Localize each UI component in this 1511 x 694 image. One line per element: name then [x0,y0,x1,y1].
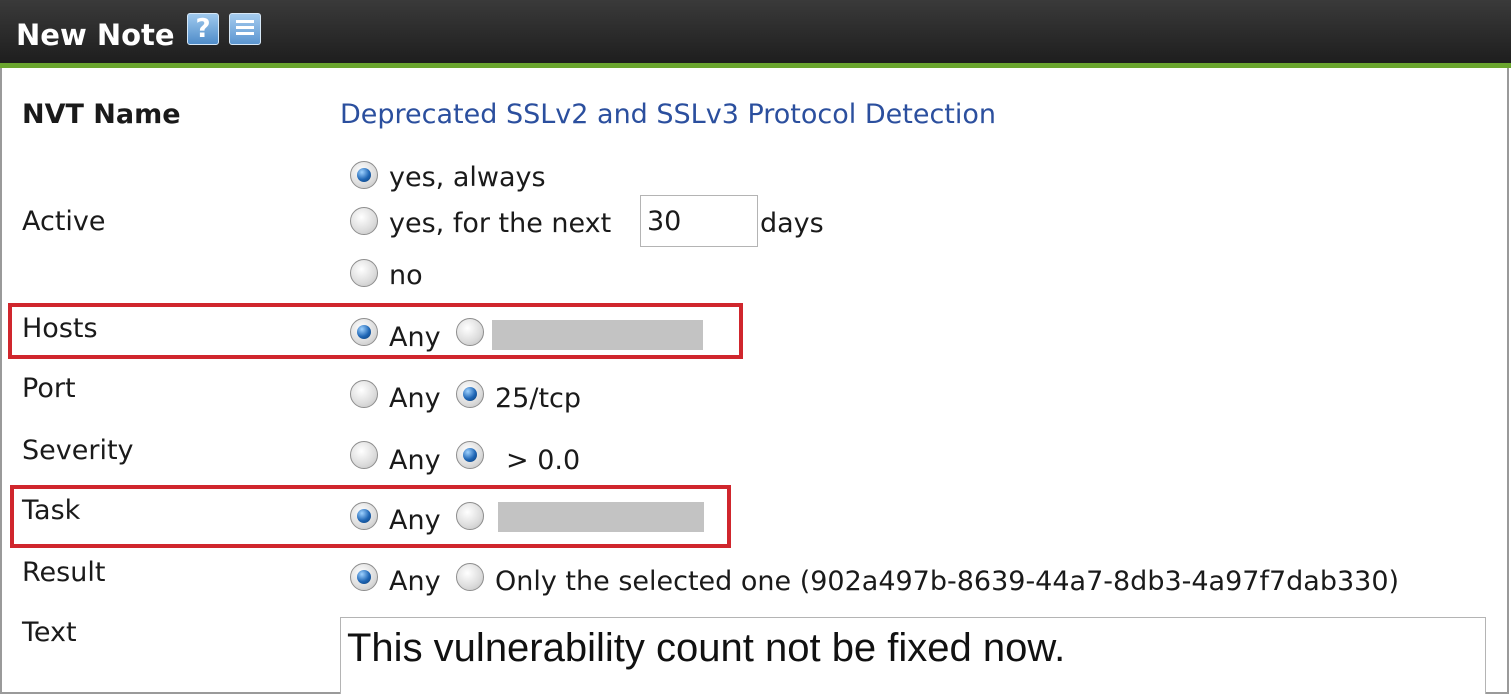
severity-any-label: Any [389,445,441,476]
text-label: Text [22,617,77,648]
severity-any-radio[interactable] [350,441,378,469]
list-icon[interactable] [229,13,261,45]
result-any-label: Any [389,566,441,597]
port-label: Port [22,373,76,404]
hosts-any-radio[interactable] [350,318,378,346]
active-no-label: no [389,260,423,291]
nvt-name-label: NVT Name [22,99,181,130]
result-selected-label: Only the selected one (902a497b-8639-44a… [495,566,1400,597]
help-icon[interactable]: ? [187,13,219,45]
port-specific-radio[interactable] [456,380,484,408]
active-next-days-label: yes, for the next [389,208,612,239]
active-no-radio[interactable] [350,259,378,287]
task-any-label: Any [389,505,441,536]
task-any-radio[interactable] [350,502,378,530]
hosts-redacted-value [492,320,703,350]
severity-specific-radio[interactable] [456,441,484,469]
result-selected-radio[interactable] [456,563,484,591]
dialog-header: New Note ? [0,0,1511,68]
severity-specific-label: > 0.0 [506,445,581,476]
task-specific-radio[interactable] [456,502,484,530]
active-always-radio[interactable] [350,161,378,189]
dialog-title: New Note [16,18,175,52]
hosts-specific-radio[interactable] [456,318,484,346]
result-label: Result [22,557,106,588]
days-suffix: days [760,208,824,239]
active-label: Active [22,206,106,237]
severity-label: Severity [22,435,134,466]
result-any-radio[interactable] [350,563,378,591]
port-any-radio[interactable] [350,380,378,408]
active-always-label: yes, always [389,162,546,193]
port-specific-label: 25/tcp [495,383,582,414]
hosts-any-label: Any [389,322,441,353]
note-text-area[interactable]: This vulnerability count not be fixed no… [340,617,1486,694]
hosts-label: Hosts [22,313,98,344]
port-any-label: Any [389,383,441,414]
task-redacted-value [498,502,704,532]
active-next-days-radio[interactable] [350,207,378,235]
days-input[interactable] [640,195,758,247]
task-label: Task [22,495,81,526]
nvt-name-link[interactable]: Deprecated SSLv2 and SSLv3 Protocol Dete… [340,99,996,130]
